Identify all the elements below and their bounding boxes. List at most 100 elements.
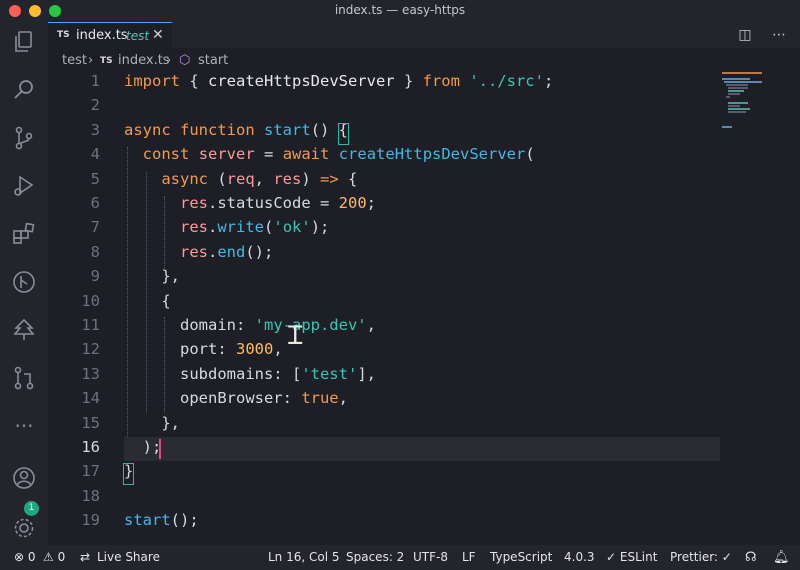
code-editor[interactable]: 1 2 3 4 5 6 7 8 9 10 11 12 13 14 15 16 17 18 19 import { c… (48, 72, 800, 545)
code-token: req (226, 169, 255, 188)
code-token: ) (301, 169, 321, 188)
more-actions-icon[interactable]: ⋯ (772, 27, 786, 43)
breadcrumb: test › TS index.ts › ⬡ start (48, 48, 800, 72)
eol-setting[interactable]: LF (462, 550, 476, 564)
code-line[interactable]: res.write('ok'); (124, 218, 329, 236)
search-icon[interactable] (10, 76, 38, 104)
code-token: , (273, 340, 283, 359)
code-line[interactable]: const server = await createHttpsDevServe… (124, 145, 535, 163)
indentation-setting[interactable]: Spaces: 2 (346, 550, 404, 564)
code-token: function (180, 120, 255, 139)
line-number[interactable]: 1 (48, 72, 100, 90)
language-mode[interactable]: TypeScript (490, 550, 552, 564)
code-line[interactable]: import { createHttpsDevServer } from '..… (124, 72, 553, 90)
line-number[interactable]: 15 (48, 414, 100, 432)
line-number[interactable]: 5 (48, 170, 100, 188)
line-number[interactable]: 8 (48, 243, 100, 261)
code-token: createHttpsDevServer (338, 145, 526, 164)
code-token: { (124, 291, 171, 310)
code-token: ); (310, 218, 330, 237)
line-number[interactable]: 11 (48, 316, 100, 334)
feedback-icon[interactable]: ☊ (745, 550, 757, 565)
code-token: (); (170, 511, 199, 530)
tree-icon[interactable] (10, 316, 38, 344)
close-icon[interactable]: ✕ (152, 27, 164, 43)
code-line[interactable]: async function start() { (124, 121, 348, 139)
source-control-icon[interactable] (10, 124, 38, 152)
code-token: , (254, 169, 274, 188)
breadcrumb-file[interactable]: index.ts (118, 53, 170, 68)
bell-icon[interactable]: 🔔︎ (773, 550, 790, 565)
split-editor-icon[interactable]: ◫ (738, 27, 751, 43)
code-token: async (124, 120, 171, 139)
current-line-highlight (124, 437, 720, 461)
explorer-icon[interactable] (10, 28, 38, 56)
extensions-icon[interactable] (10, 220, 38, 248)
code-token: const (142, 145, 190, 164)
errors-count[interactable]: ⊗ 0 (14, 550, 36, 564)
code-token: ; (366, 194, 376, 212)
ts-version[interactable]: 4.0.3 (564, 550, 595, 564)
line-number[interactable]: 13 (48, 365, 100, 383)
prettier-status[interactable]: Prettier: ✓ (670, 550, 732, 564)
line-number[interactable]: 2 (48, 96, 100, 114)
code-line[interactable]: }, (124, 267, 180, 285)
line-number[interactable]: 7 (48, 218, 100, 236)
run-debug-icon[interactable] (10, 172, 38, 200)
cursor-position[interactable]: Ln 16, Col 5 (268, 550, 340, 564)
code-token: . (208, 242, 218, 261)
git-graph-icon[interactable] (10, 268, 38, 296)
editor-actions: ◫ ⋯ (722, 27, 786, 43)
line-number[interactable]: 6 (48, 194, 100, 212)
warnings-count[interactable]: ⚠ 0 (43, 550, 65, 564)
live-share-icon[interactable]: ⇄ (80, 550, 90, 564)
code-line[interactable]: subdomains: ['test'], (124, 365, 376, 383)
code-token: end (217, 242, 246, 261)
code-line[interactable]: ); (124, 438, 162, 456)
more-icon[interactable]: ··· (10, 414, 38, 442)
code-line[interactable]: res.statusCode = 200; (124, 194, 376, 212)
line-number[interactable]: 19 (48, 511, 100, 529)
breadcrumb-symbol[interactable]: start (198, 53, 228, 68)
code-line[interactable]: async (req, res) => { (124, 170, 357, 188)
code-line[interactable]: domain: 'my-app.dev', (124, 316, 376, 334)
line-number[interactable]: 12 (48, 340, 100, 358)
code-line[interactable]: openBrowser: true, (124, 389, 348, 407)
pull-request-icon[interactable] (10, 364, 38, 392)
tab-index-ts[interactable]: TS index.ts test ✕ (48, 22, 172, 48)
code-token: (); (245, 242, 274, 261)
code-token: ( (525, 145, 535, 164)
code-token: ( (264, 218, 274, 237)
line-number[interactable]: 3 (48, 121, 100, 139)
line-number[interactable]: 10 (48, 292, 100, 310)
line-number[interactable]: 18 (48, 487, 100, 505)
code-line[interactable]: { (124, 291, 171, 310)
code-token: }, (124, 267, 180, 286)
encoding-setting[interactable]: UTF-8 (413, 550, 448, 564)
code-token: start (124, 511, 171, 530)
breadcrumb-folder[interactable]: test (62, 53, 87, 68)
code-line[interactable]: start(); (124, 511, 199, 529)
live-share-button[interactable]: Live Share (97, 550, 160, 564)
line-number[interactable]: 17 (48, 462, 100, 480)
eslint-status[interactable]: ✓ ESLint (606, 550, 657, 564)
account-icon[interactable] (10, 464, 38, 492)
code-token: subdomains: [ (124, 364, 302, 383)
code-token: start (264, 120, 311, 139)
settings-gear-icon[interactable] (10, 514, 38, 542)
line-number[interactable]: 4 (48, 145, 100, 163)
indent-guide (127, 147, 128, 437)
code-line[interactable]: port: 3000, (124, 340, 283, 358)
code-token: }, (124, 413, 180, 432)
typescript-icon: TS (100, 56, 113, 66)
minimap[interactable] (720, 72, 800, 545)
line-number[interactable]: 9 (48, 267, 100, 285)
tab-filename: index.ts (76, 28, 128, 43)
tab-folder: test (126, 29, 150, 43)
code-line[interactable]: }, (124, 414, 180, 432)
line-number[interactable]: 16 (48, 438, 100, 456)
line-number[interactable]: 14 (48, 389, 100, 407)
